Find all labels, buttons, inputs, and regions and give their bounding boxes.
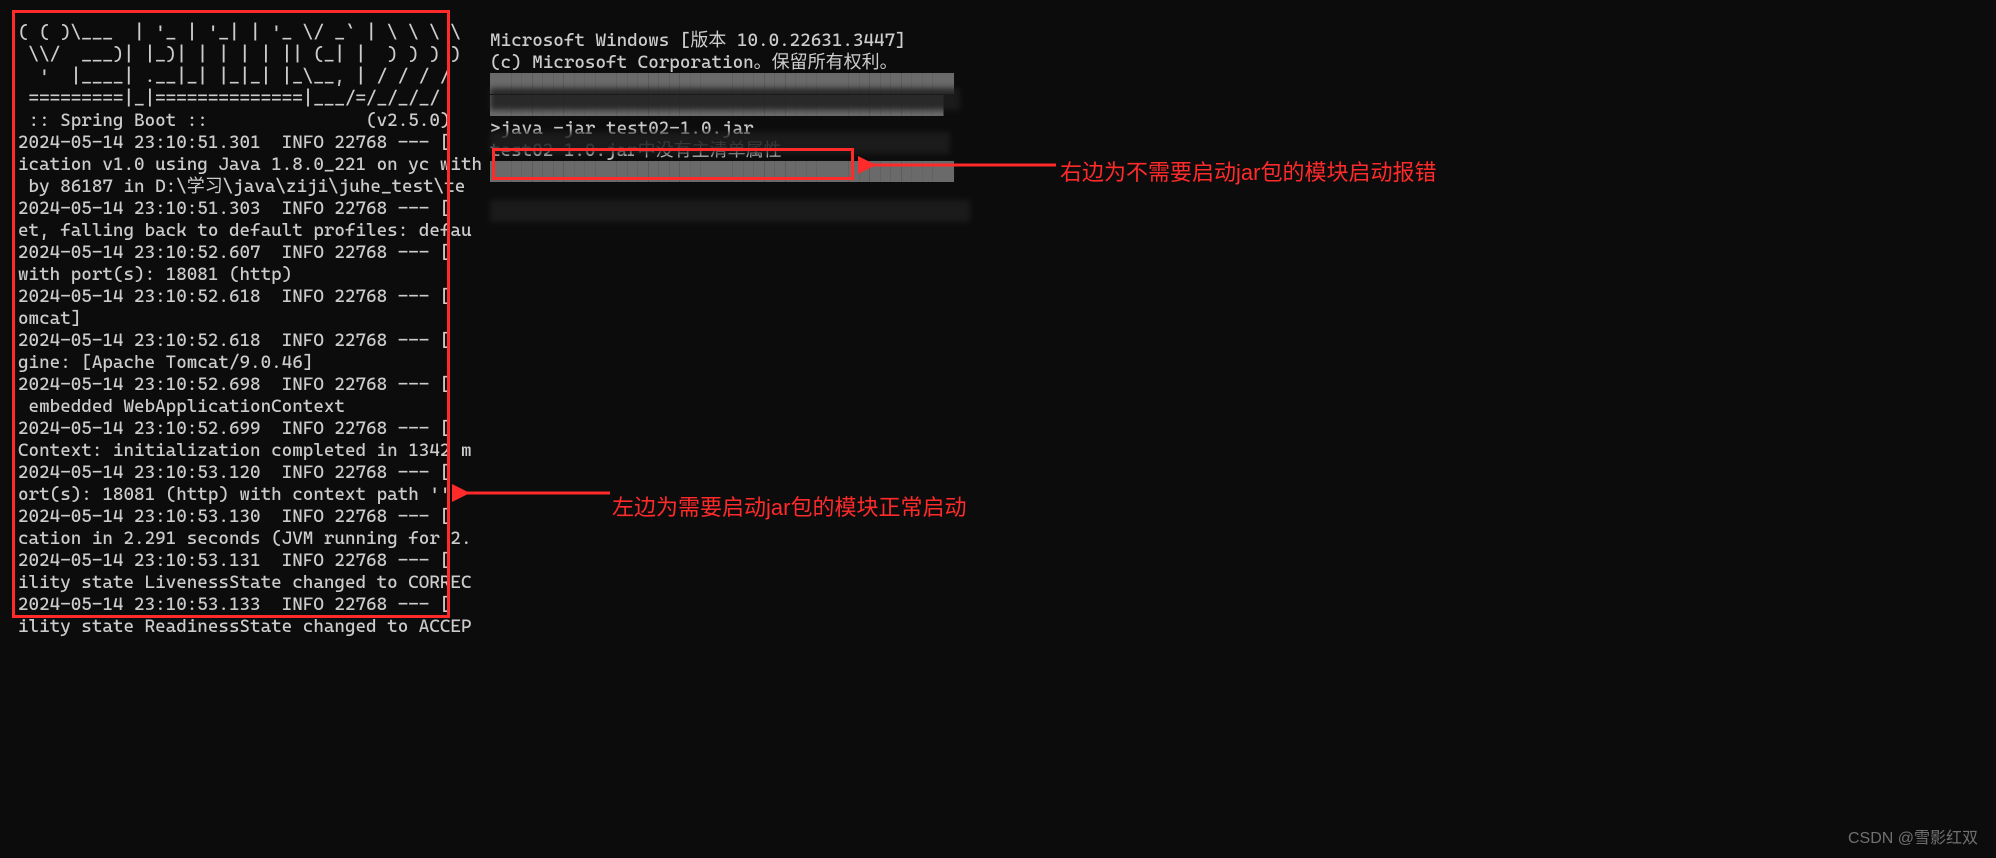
log-line: 2024-05-14 23:10:53.120 INFO 22768 --- [ bbox=[18, 462, 450, 483]
watermark: CSDN @雪影红双 bbox=[1848, 824, 1978, 848]
left-terminal[interactable]: ( ( )\___ | '_ | '_| | '_ \/ _` | \ \ \ … bbox=[18, 22, 482, 638]
spring-version-line: :: Spring Boot :: (v2.5.0) bbox=[18, 110, 450, 131]
log-line: Context: initialization completed in 134… bbox=[18, 440, 472, 461]
spring-banner: ( ( )\___ | '_ | '_| | '_ \/ _` | \ \ \ … bbox=[18, 22, 461, 109]
annotation-left: 左边为需要启动jar包的模块正常启动 bbox=[612, 490, 966, 522]
log-line: ication v1.0 using Java 1.8.0_221 on yc … bbox=[18, 154, 482, 175]
log-line: 2024-05-14 23:10:52.607 INFO 22768 --- [ bbox=[18, 242, 450, 263]
copyright-line: (c) Microsoft Corporation。保留所有权利。 bbox=[490, 52, 898, 73]
log-line: embedded WebApplicationContext bbox=[18, 396, 345, 417]
log-line: omcat] bbox=[18, 308, 81, 329]
log-line: 2024-05-14 23:10:53.131 INFO 22768 --- [ bbox=[18, 550, 450, 571]
log-line: 2024-05-14 23:10:52.699 INFO 22768 --- [ bbox=[18, 418, 450, 439]
log-line: 2024-05-14 23:10:52.618 INFO 22768 --- [ bbox=[18, 286, 450, 307]
log-line: 2024-05-14 23:10:51.301 INFO 22768 --- [ bbox=[18, 132, 450, 153]
log-line: 2024-05-14 23:10:52.698 INFO 22768 --- [ bbox=[18, 374, 450, 395]
log-line: gine: [Apache Tomcat/9.0.46] bbox=[18, 352, 313, 373]
log-line: 2024-05-14 23:10:53.133 INFO 22768 --- [ bbox=[18, 594, 450, 615]
log-line: by 86187 in D:\学习\java\ziji\juhe_test\te bbox=[18, 176, 465, 197]
log-line: 2024-05-14 23:10:52.618 INFO 22768 --- [ bbox=[18, 330, 450, 351]
log-line: ility state LivenessState changed to COR… bbox=[18, 572, 472, 593]
log-line: ility state ReadinessState changed to AC… bbox=[18, 616, 472, 637]
windows-version-line: Microsoft Windows [版本 10.0.22631.3447] bbox=[490, 30, 906, 51]
log-line: 2024-05-14 23:10:51.303 INFO 22768 --- [ bbox=[18, 198, 450, 219]
log-line: cation in 2.291 seconds (JVM running for… bbox=[18, 528, 472, 549]
annotation-right: 右边为不需要启动jar包的模块启动报错 bbox=[1060, 155, 1436, 187]
redacted-path bbox=[490, 88, 960, 110]
log-line: et, falling back to default profiles: de… bbox=[18, 220, 472, 241]
log-line: 2024-05-14 23:10:53.130 INFO 22768 --- [ bbox=[18, 506, 450, 527]
log-line: ort(s): 18081 (http) with context path '… bbox=[18, 484, 450, 505]
redacted-path bbox=[490, 132, 950, 154]
log-line: with port(s): 18081 (http) bbox=[18, 264, 292, 285]
redacted-path bbox=[490, 200, 970, 222]
